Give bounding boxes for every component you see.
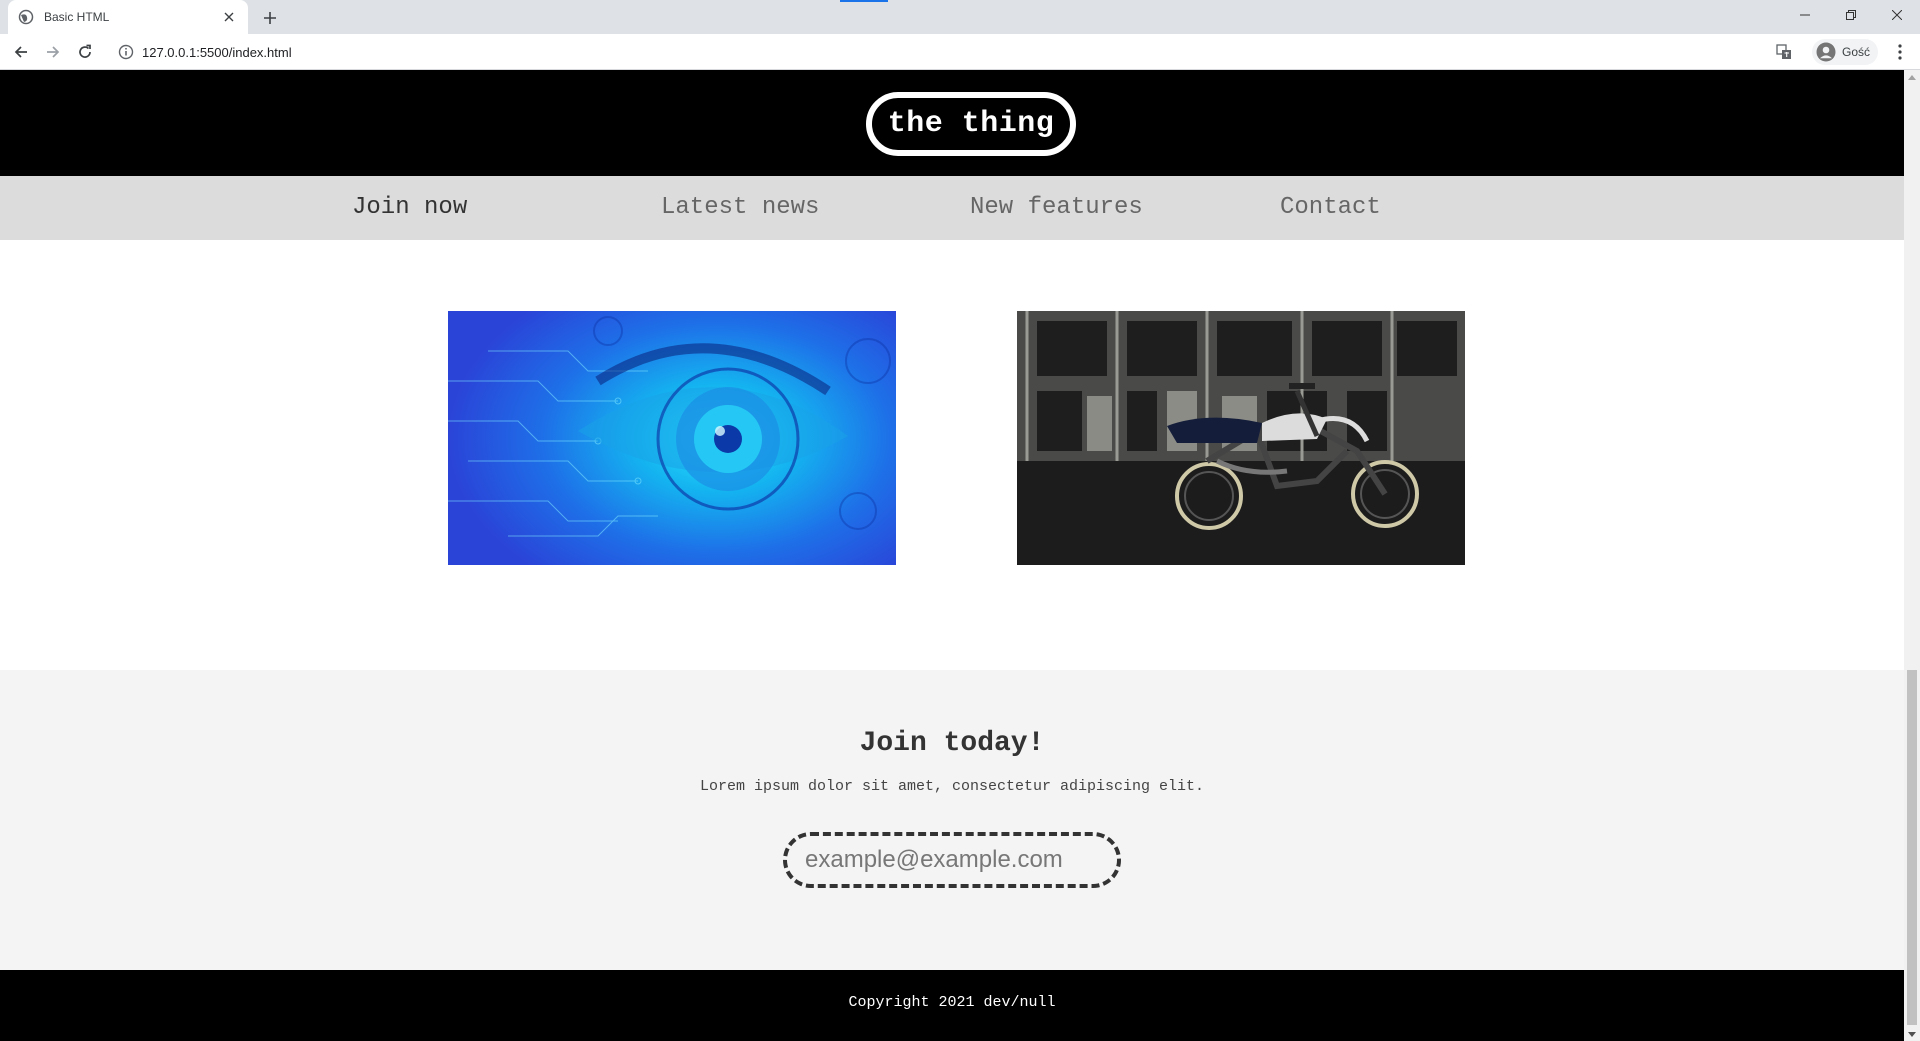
join-description: Lorem ipsum dolor sit amet, consectetur … (699, 778, 1205, 795)
page-viewport: the thing Join now Latest news New featu… (0, 70, 1904, 1041)
close-window-button[interactable] (1874, 0, 1920, 30)
page-scrollbar[interactable] (1904, 70, 1920, 1041)
profile-button[interactable]: Gość (1812, 39, 1879, 65)
reload-button[interactable] (72, 39, 98, 65)
kebab-menu-icon[interactable] (1888, 40, 1912, 64)
motorcycle-image (1017, 311, 1465, 565)
back-button[interactable] (8, 39, 34, 65)
scrollbar-thumb[interactable] (1907, 670, 1917, 1025)
site-nav: Join now Latest news New features Contac… (0, 176, 1904, 240)
site-footer: Copyright 2021 dev/null (0, 970, 1904, 1041)
window-controls (1782, 0, 1920, 30)
browser-toolbar: 127.0.0.1:5500/index.html Gość (0, 34, 1920, 70)
nav-join-now[interactable]: Join now (352, 194, 467, 221)
eye-circuit-image (448, 311, 896, 565)
profile-label: Gość (1842, 45, 1871, 59)
address-bar[interactable]: 127.0.0.1:5500/index.html (108, 38, 1808, 66)
site-logo[interactable]: the thing (866, 92, 1076, 156)
tab-loading-indicator (840, 0, 888, 2)
join-section: Join today! Lorem ipsum dolor sit amet, … (0, 670, 1904, 970)
scroll-down-arrow-icon[interactable] (1904, 1027, 1920, 1041)
translate-icon[interactable] (1774, 42, 1794, 62)
nav-latest-news[interactable]: Latest news (661, 194, 819, 221)
scroll-up-arrow-icon[interactable] (1904, 70, 1920, 84)
browser-tab[interactable]: Basic HTML (8, 0, 248, 34)
url-text: 127.0.0.1:5500/index.html (142, 44, 292, 60)
email-input[interactable] (783, 832, 1121, 888)
copyright-text: Copyright 2021 dev/null (848, 994, 1056, 1011)
globe-icon (18, 9, 34, 25)
logo-text: the thing (887, 107, 1055, 141)
forward-button[interactable] (40, 39, 66, 65)
close-tab-icon[interactable] (220, 8, 238, 26)
nav-contact[interactable]: Contact (1280, 194, 1381, 221)
browser-tab-bar: Basic HTML (0, 0, 1920, 34)
site-header: the thing (0, 70, 1904, 176)
restore-button[interactable] (1828, 0, 1874, 30)
avatar-icon (1816, 42, 1836, 62)
new-tab-button[interactable] (258, 6, 282, 30)
minimize-button[interactable] (1782, 0, 1828, 30)
nav-new-features[interactable]: New features (970, 194, 1143, 221)
tab-title: Basic HTML (44, 10, 110, 24)
info-icon[interactable] (118, 44, 134, 60)
join-title: Join today! (859, 728, 1045, 759)
